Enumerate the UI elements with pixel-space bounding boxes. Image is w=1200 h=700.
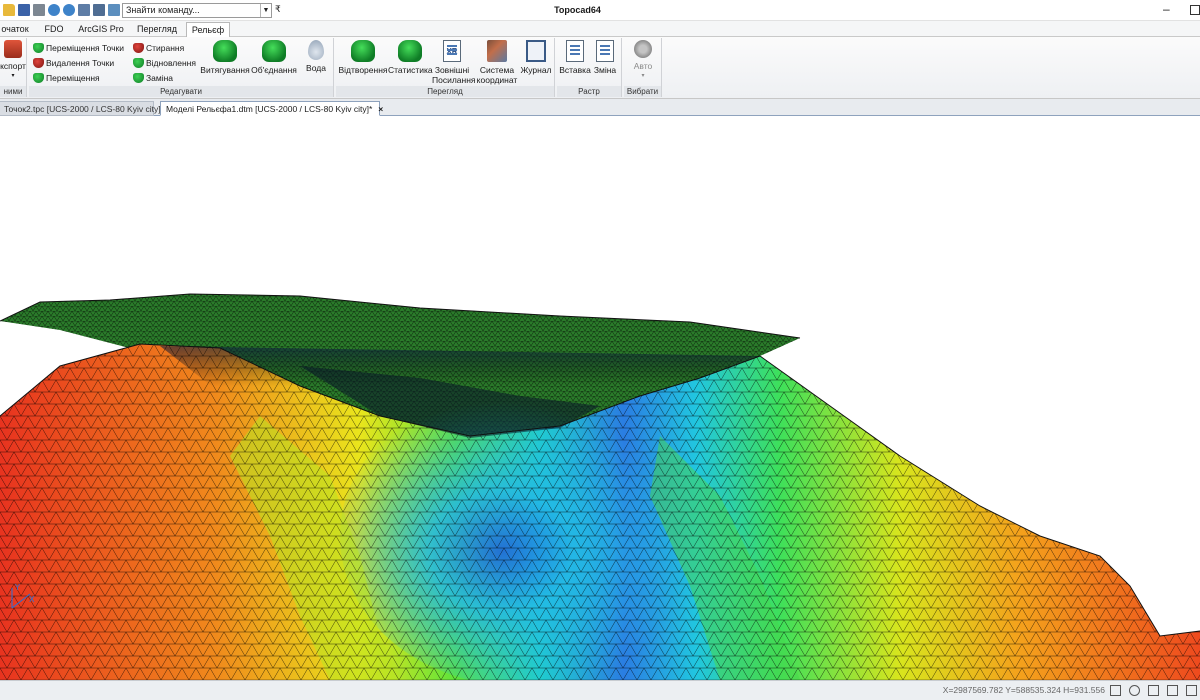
restore-label: Відновлення	[146, 58, 196, 68]
auto-select-dropdown-icon[interactable]: ▾	[626, 71, 660, 81]
doc-tab-points-label: Точок2.tpc [UCS-2000 / LCS-80 Kyiv city]…	[4, 104, 164, 114]
export-dropdown-icon[interactable]: ▾	[0, 71, 26, 81]
doc-tab-relief-model-label: Моделі Рельєфа1.dtm [UCS-2000 / LCS-80 K…	[166, 104, 373, 114]
xref-icon: XR	[443, 40, 461, 62]
journal-label: Журнал	[520, 65, 552, 75]
replace-label: Заміна	[146, 73, 174, 83]
extrude-icon	[213, 40, 237, 62]
xref-button[interactable]: XR Зовнішні Посилання	[432, 40, 476, 85]
statistics-label: Статистика	[388, 65, 433, 75]
auto-select-button[interactable]: Авто ▾	[626, 40, 660, 81]
move-point-label: Переміщення Точки	[46, 43, 124, 53]
erase-label: Стирання	[146, 43, 185, 53]
maximize-icon[interactable]	[1190, 5, 1200, 15]
render-icon	[351, 40, 375, 62]
terrain-mesh: X Y	[0, 293, 1200, 680]
move-point-button[interactable]: Переміщення Точки	[33, 41, 124, 55]
coordinate-system-icon	[487, 40, 507, 62]
auto-select-label: Авто	[633, 61, 653, 71]
merge-label: Об'єднання	[251, 65, 297, 75]
group-edit-label: Редагувати	[29, 86, 333, 97]
erase-button[interactable]: Стирання	[133, 41, 184, 55]
delete-point-label: Видалення Точки	[46, 58, 115, 68]
tab-arcgis-pro[interactable]: ArcGIS Pro	[78, 22, 124, 37]
tab-relief[interactable]: Рельєф	[186, 22, 230, 38]
ribbon: кспорт ▾ ними Переміщення Точки Видаленн…	[0, 37, 1200, 99]
group-edit: Переміщення Точки Видалення Точки Перемі…	[29, 38, 334, 97]
xref-label-line2: Посилання	[432, 75, 476, 85]
water-label: Вода	[306, 63, 326, 73]
render-button[interactable]: Відтворення	[338, 40, 388, 75]
water-drops-icon	[308, 40, 324, 60]
raster-change-button[interactable]: Зміна	[591, 40, 619, 75]
restore-icon	[133, 58, 144, 68]
axis-y-label: Y	[14, 583, 20, 592]
group-select-label: Вибрати	[624, 86, 661, 97]
extrude-label: Витягування	[200, 65, 250, 75]
statistics-icon	[398, 40, 422, 62]
merge-button[interactable]: Об'єднання	[250, 40, 298, 75]
pan-icon[interactable]	[1129, 685, 1140, 696]
group-raster-label: Растр	[557, 86, 621, 97]
coordinate-system-button[interactable]: Система координат	[474, 40, 520, 85]
replace-icon	[133, 73, 144, 83]
zoom-icon[interactable]	[1148, 685, 1159, 696]
cursor-coordinates: X=2987569.782 Y=588535.324 H=931.556	[942, 685, 1105, 695]
tab-home[interactable]: очаток	[0, 22, 30, 37]
close-icon[interactable]: ×	[378, 104, 383, 114]
title-bar: Знайти команду... ▼ ₹ Topocad64 –	[0, 0, 1200, 21]
journal-button[interactable]: Журнал	[520, 40, 552, 75]
minimize-icon[interactable]: –	[1163, 2, 1170, 16]
doc-tab-points[interactable]: Точок2.tpc [UCS-2000 / LCS-80 Kyiv city]…	[0, 101, 164, 116]
group-view-label: Перегляд	[336, 86, 554, 97]
gear-icon	[634, 40, 652, 58]
restore-button[interactable]: Відновлення	[133, 56, 196, 70]
raster-insert-icon	[566, 40, 584, 62]
group-select: Авто ▾ Вибрати	[624, 38, 662, 97]
extrude-button[interactable]: Витягування	[200, 40, 250, 75]
move-icon	[33, 73, 44, 83]
render-label: Відтворення	[338, 65, 388, 75]
group-export: кспорт ▾ ними	[0, 38, 27, 97]
water-button[interactable]: Вода	[301, 40, 331, 73]
group-export-label: ними	[0, 86, 26, 97]
doc-tab-relief-model[interactable]: Моделі Рельєфа1.dtm [UCS-2000 / LCS-80 K…	[160, 101, 383, 116]
statistics-button[interactable]: Статистика	[388, 40, 433, 75]
tab-fdo[interactable]: FDO	[40, 22, 68, 37]
erase-icon	[133, 43, 144, 53]
raster-insert-label: Вставка	[559, 65, 591, 75]
group-view: Відтворення Статистика XR Зовнішні Посил…	[336, 38, 555, 97]
snap-icon[interactable]	[1110, 685, 1121, 696]
move-label: Переміщення	[46, 73, 100, 83]
status-bar: X=2987569.782 Y=588535.324 H=931.556	[0, 680, 1200, 700]
group-raster: Вставка Зміна Растр	[557, 38, 622, 97]
axis-x-label: X	[29, 595, 35, 604]
journal-icon	[526, 40, 546, 62]
move-point-icon	[33, 43, 44, 53]
merge-icon	[262, 40, 286, 62]
ribbon-tabs: очаток FDO ArcGIS Pro Перегляд Рельєф	[0, 21, 1200, 38]
xref-label-line1: Зовнішні	[434, 65, 470, 75]
terrain-3d-viewport[interactable]: X Y	[0, 116, 1200, 680]
delete-point-button[interactable]: Видалення Точки	[33, 56, 114, 70]
orbit-icon[interactable]	[1167, 685, 1178, 696]
layout-icon[interactable]	[1186, 685, 1197, 696]
replace-button[interactable]: Заміна	[133, 71, 173, 85]
delete-point-icon	[33, 58, 44, 68]
export-label: кспорт	[0, 61, 26, 71]
raster-change-label: Зміна	[593, 65, 617, 75]
document-tabs: Точок2.tpc [UCS-2000 / LCS-80 Kyiv city]…	[0, 99, 1200, 116]
move-button[interactable]: Переміщення	[33, 71, 100, 85]
export-icon	[4, 40, 22, 58]
raster-insert-button[interactable]: Вставка	[559, 40, 591, 75]
export-button[interactable]: кспорт ▾	[0, 40, 26, 81]
raster-change-icon	[596, 40, 614, 62]
app-title: Topocad64	[554, 5, 601, 15]
coordinate-system-label-line2: координат	[476, 75, 518, 85]
coordinate-system-label-line1: Система	[479, 65, 515, 75]
tab-view[interactable]: Перегляд	[134, 22, 180, 37]
